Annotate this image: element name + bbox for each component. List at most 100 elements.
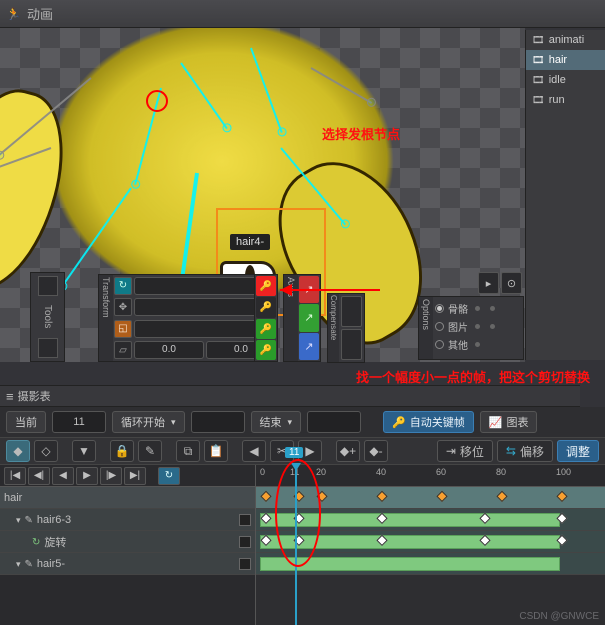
- goto-start[interactable]: |◀: [4, 467, 26, 485]
- key-icon: [260, 280, 272, 292]
- end-button[interactable]: 结束: [251, 411, 302, 433]
- compensate-label: Compensate: [328, 294, 339, 362]
- track-label: 旋转: [44, 534, 66, 550]
- transport-controls: |◀ ◀| ◀ ▶ |▶ ▶| ↻: [0, 465, 255, 487]
- annotation-text-1: 选择发根节点: [322, 124, 400, 143]
- graph-icon: 📈: [489, 416, 503, 429]
- track-toggle[interactable]: [239, 514, 251, 526]
- axis-z[interactable]: ↗: [299, 333, 319, 360]
- copy-button[interactable]: ⧉: [176, 440, 200, 462]
- loop-toggle[interactable]: ↻: [158, 467, 180, 485]
- current-frame-field[interactable]: 11: [52, 411, 106, 433]
- shear-button[interactable]: ▱: [114, 341, 132, 359]
- tool-button[interactable]: [38, 338, 58, 358]
- key-shear[interactable]: [256, 340, 276, 360]
- key-icon: 🔑: [392, 416, 406, 429]
- viewport-tools: ▸ ⊙: [478, 272, 522, 294]
- ruler-tick: 100: [556, 467, 571, 477]
- step-forward[interactable]: |▶: [100, 467, 122, 485]
- animation-label: hair: [549, 54, 567, 66]
- tool-create[interactable]: ⊙: [501, 272, 522, 294]
- key-translate[interactable]: [256, 297, 276, 317]
- keyframe[interactable]: [496, 490, 507, 501]
- tools-panel: Tools: [30, 272, 65, 362]
- expand-icon[interactable]: [16, 514, 21, 526]
- keyframe[interactable]: [556, 490, 567, 501]
- lock-button[interactable]: 🔒: [110, 440, 134, 462]
- graph-button[interactable]: 📈图表: [480, 411, 538, 433]
- dopesheet: 当前 11 循环开始 结束 🔑自动关键帧 📈图表 ◆ ◇ ▼ 🔒 ✎ ⧉ 📋 ◀…: [0, 407, 605, 625]
- animation-label: idle: [549, 74, 566, 86]
- add-key[interactable]: ◆+: [336, 440, 360, 462]
- track-label: hair6-3: [37, 514, 71, 526]
- option-row[interactable]: 骨骼: [435, 299, 521, 317]
- clip-icon: [532, 94, 545, 106]
- paste-button[interactable]: 📋: [204, 440, 228, 462]
- play-forward[interactable]: ▶: [76, 467, 98, 485]
- adjust-button[interactable]: 调整: [557, 440, 599, 462]
- filter-keyed[interactable]: ◆: [6, 440, 30, 462]
- rotate-button[interactable]: ↻: [114, 277, 132, 295]
- animation-item-selected[interactable]: hair: [526, 50, 605, 70]
- keyframe[interactable]: [436, 490, 447, 501]
- prev-key[interactable]: ◀: [242, 440, 266, 462]
- animation-icon: [6, 7, 21, 21]
- goto-end[interactable]: ▶|: [124, 467, 146, 485]
- pos-x[interactable]: 0.0: [134, 341, 204, 359]
- key-icon: [260, 301, 272, 313]
- compensate-image[interactable]: [341, 296, 362, 327]
- offset-button[interactable]: ⇆偏移: [497, 440, 553, 462]
- ruler-tick: 60: [436, 467, 446, 477]
- del-key[interactable]: ◆-: [364, 440, 388, 462]
- animation-item[interactable]: idle: [526, 70, 605, 90]
- option-row[interactable]: 其他: [435, 335, 521, 353]
- track-header[interactable]: hair5-: [0, 553, 255, 575]
- watermark: CSDN @GNWCE: [519, 611, 599, 622]
- bone-icon: [25, 558, 33, 570]
- bone-icon: [25, 514, 33, 526]
- keyframe[interactable]: [376, 490, 387, 501]
- step-back[interactable]: ◀|: [28, 467, 50, 485]
- menu-icon[interactable]: [6, 389, 14, 404]
- track-header[interactable]: hair6-3: [0, 509, 255, 531]
- track-header[interactable]: hair: [0, 487, 255, 509]
- axes-panel: Axes ↗ ↗ ↗: [283, 274, 321, 362]
- autokey-button[interactable]: 🔑自动关键帧: [383, 411, 474, 433]
- key-scale[interactable]: [256, 319, 276, 339]
- filter-toggle[interactable]: ▼: [72, 440, 96, 462]
- track-toggle[interactable]: [239, 558, 251, 570]
- translate-button[interactable]: ✥: [114, 298, 132, 316]
- options-label: Options: [419, 297, 433, 359]
- edit-button[interactable]: ✎: [138, 440, 162, 462]
- keyframe[interactable]: [260, 490, 271, 501]
- key-rotate[interactable]: [256, 276, 276, 296]
- shift-button[interactable]: ⇥移位: [437, 440, 493, 462]
- scale-button[interactable]: ◱: [114, 320, 132, 338]
- dopesheet-controls-row: 当前 11 循环开始 结束 🔑自动关键帧 📈图表: [0, 407, 605, 437]
- transform-label: Transform: [99, 275, 113, 361]
- track-toggle[interactable]: [239, 536, 251, 548]
- axis-y[interactable]: ↗: [299, 304, 319, 331]
- animation-item[interactable]: run: [526, 90, 605, 110]
- end-field[interactable]: [307, 411, 361, 433]
- clip-icon: [532, 34, 545, 46]
- tool-button[interactable]: [38, 276, 58, 296]
- loop-start-button[interactable]: 循环开始: [112, 411, 185, 433]
- track-header[interactable]: 旋转: [0, 531, 255, 553]
- track-label: hair: [4, 492, 22, 504]
- loop-start-field[interactable]: [191, 411, 245, 433]
- key-icon: [260, 323, 272, 335]
- compensate-bone[interactable]: [341, 329, 362, 360]
- dot-icon: [475, 324, 480, 329]
- option-label: 骨骼: [448, 301, 468, 316]
- expand-icon[interactable]: [16, 558, 21, 570]
- play-back[interactable]: ◀: [52, 467, 74, 485]
- animation-label: run: [549, 94, 565, 106]
- option-row[interactable]: 图片: [435, 317, 521, 335]
- animation-item[interactable]: animati: [526, 30, 605, 50]
- filter-bones[interactable]: ◇: [34, 440, 58, 462]
- ruler-tick: 20: [316, 467, 326, 477]
- axis-x[interactable]: ↗: [299, 276, 319, 303]
- tool-pointer[interactable]: ▸: [478, 272, 499, 294]
- titlebar: 动画: [0, 0, 605, 28]
